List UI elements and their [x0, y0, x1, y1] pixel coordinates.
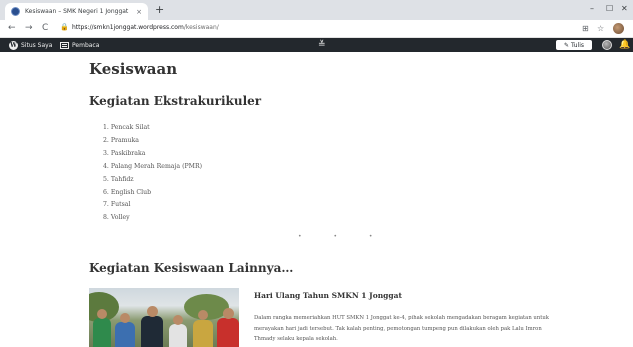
wordpress-logo-icon: W: [9, 40, 18, 50]
photo-person: [141, 316, 163, 347]
minimize-button[interactable]: –: [590, 4, 594, 13]
notifications-bell-icon[interactable]: 🔔: [619, 39, 630, 51]
url-path: /kesiswaan/: [183, 24, 219, 31]
section-heading-ekstrakurikuler: Kegiatan Ekstrakurikuler: [89, 94, 262, 108]
reader-link[interactable]: Pembaca: [60, 38, 99, 52]
url-text: https://smkn1jonggat.wordpress.com/kesis…: [72, 24, 219, 31]
photo-head: [198, 310, 208, 320]
section-heading-lainnya: Kegiatan Kesiswaan Lainnya…: [89, 261, 294, 275]
list-item: 8. Volley: [103, 214, 130, 222]
browser-tab[interactable]: Kesiswaan – SMK Negeri 1 Jonggat ×: [5, 3, 148, 20]
photo-person: [217, 318, 239, 347]
list-item: 7. Futsal: [103, 201, 131, 209]
list-item: 3. Paskibraka: [103, 149, 146, 157]
write-icon: ✎: [563, 41, 569, 49]
url-host: https://smkn1jonggat.wordpress.com: [72, 24, 184, 31]
forward-button[interactable]: →: [25, 22, 33, 35]
browser-tab-bar: Kesiswaan – SMK Negeri 1 Jonggat × + – ☐…: [0, 0, 633, 20]
photo-head: [223, 308, 234, 319]
list-item: 4. Palang Merah Remaja (PMR): [103, 162, 203, 170]
browser-toolbar: ← → C 🔒 https://smkn1jonggat.wordpress.c…: [0, 20, 633, 38]
photo-head: [173, 315, 183, 325]
site-favicon-icon: [11, 7, 20, 16]
my-site-label: Situs Saya: [21, 41, 53, 49]
post-excerpt: Dalam rangka memeriahkan HUT SMKN 1 Jong…: [254, 315, 549, 342]
close-window-button[interactable]: ✕: [621, 4, 628, 13]
my-site-link[interactable]: W Situs Saya: [9, 38, 52, 52]
browser-profile-avatar[interactable]: [613, 23, 624, 34]
tab-title: Kesiswaan – SMK Negeri 1 Jonggat: [25, 8, 129, 15]
maximize-button[interactable]: ☐: [606, 4, 613, 13]
photo-person: [93, 318, 111, 347]
photo-head: [97, 309, 107, 319]
extracurricular-list: 1. Pencak Silat 2. Pramuka 3. Paskibraka…: [103, 122, 202, 225]
page-title: Kesiswaan: [89, 60, 178, 78]
new-tab-button[interactable]: +: [155, 3, 164, 17]
list-item: 6. English Club: [103, 188, 152, 196]
photo-person: [169, 324, 187, 347]
list-item: 5. Tahfidz: [103, 175, 134, 183]
wp-admin-bar: W Situs Saya Pembaca ≚ ✎ Tulis 🔔: [0, 38, 633, 52]
post-thumbnail-image[interactable]: [89, 288, 239, 347]
loading-indicator: • • •: [298, 233, 388, 240]
address-bar[interactable]: 🔒 https://smkn1jonggat.wordpress.com/kes…: [58, 22, 598, 36]
tab-close-icon[interactable]: ×: [136, 8, 142, 16]
reader-label: Pembaca: [72, 41, 100, 49]
back-button[interactable]: ←: [8, 22, 16, 35]
photo-person: [115, 322, 135, 347]
photo-person: [193, 320, 213, 347]
admin-bar-center-icon[interactable]: ≚: [318, 39, 326, 51]
list-item: 2. Pramuka: [103, 136, 139, 144]
post-title-link[interactable]: Hari Ulang Tahun SMKN 1 Jonggat: [254, 291, 402, 300]
reader-icon: [60, 41, 69, 49]
write-button[interactable]: ✎ Tulis: [556, 40, 592, 50]
photo-head: [147, 306, 158, 317]
write-label: Tulis: [571, 41, 585, 49]
list-item: 1. Pencak Silat: [103, 124, 150, 131]
bookmark-star-icon[interactable]: ☆: [597, 23, 604, 34]
lock-icon: 🔒: [60, 23, 69, 31]
user-avatar[interactable]: [602, 40, 612, 50]
photo-head: [120, 313, 130, 323]
translate-icon[interactable]: ⊞: [582, 23, 589, 34]
reload-button[interactable]: C: [42, 22, 48, 35]
